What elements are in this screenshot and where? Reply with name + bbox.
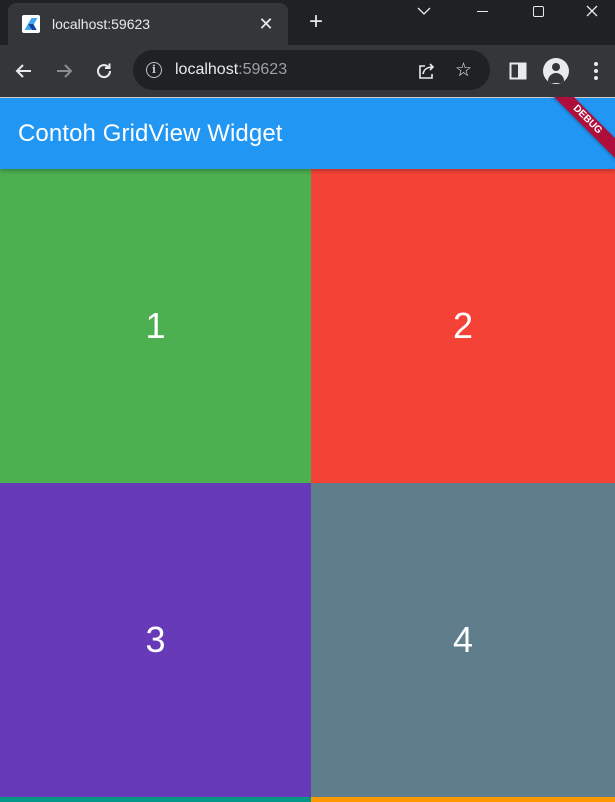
address-bar[interactable]: i localhost:59623 ☆ bbox=[133, 50, 490, 90]
person-icon bbox=[552, 63, 560, 71]
flutter-icon bbox=[22, 15, 40, 33]
browser-tab[interactable]: localhost:59623 ✕ bbox=[8, 3, 288, 45]
tab-title: localhost:59623 bbox=[52, 16, 151, 32]
maximize-button[interactable] bbox=[514, 0, 562, 22]
grid-tile bbox=[0, 797, 311, 802]
grid-tile: 1 bbox=[0, 169, 311, 483]
address-url[interactable]: localhost:59623 bbox=[175, 61, 287, 79]
page-viewport: Contoh GridView Widget DEBUG 1 2 3 4 bbox=[0, 97, 615, 802]
minimize-icon bbox=[476, 10, 488, 12]
page-title: Contoh GridView Widget bbox=[18, 120, 283, 147]
minimize-button[interactable] bbox=[458, 0, 506, 22]
side-panel-icon bbox=[509, 62, 527, 80]
new-tab-button[interactable]: + bbox=[303, 10, 329, 36]
app-bar: Contoh GridView Widget bbox=[0, 98, 615, 169]
arrow-left-icon bbox=[15, 64, 31, 78]
reload-icon bbox=[97, 63, 112, 79]
grid-tile bbox=[311, 797, 615, 802]
share-icon[interactable] bbox=[417, 62, 437, 85]
tab-search-button[interactable] bbox=[400, 0, 448, 22]
tab-strip: localhost:59623 ✕ + bbox=[0, 0, 615, 45]
maximize-icon bbox=[532, 5, 544, 17]
info-icon[interactable]: i bbox=[146, 62, 162, 78]
forward-button[interactable] bbox=[51, 58, 77, 84]
browser-toolbar: i localhost:59623 ☆ bbox=[0, 45, 615, 97]
grid-tile: 2 bbox=[311, 169, 615, 483]
back-button[interactable] bbox=[11, 58, 37, 84]
url-host: localhost bbox=[175, 61, 239, 78]
chevron-down-icon bbox=[417, 7, 431, 15]
grid-tile: 3 bbox=[0, 483, 311, 797]
close-tab-icon[interactable]: ✕ bbox=[256, 14, 276, 34]
close-icon bbox=[586, 5, 598, 17]
side-panel-button[interactable] bbox=[505, 58, 531, 84]
grid-tile: 4 bbox=[311, 483, 615, 797]
window-close-button[interactable] bbox=[568, 0, 615, 22]
url-port: :59623 bbox=[238, 61, 288, 78]
profile-avatar[interactable] bbox=[543, 58, 569, 84]
reload-button[interactable] bbox=[91, 58, 117, 84]
star-icon[interactable]: ☆ bbox=[455, 59, 472, 82]
arrow-right-icon bbox=[57, 64, 73, 78]
browser-menu-button[interactable] bbox=[583, 58, 609, 84]
